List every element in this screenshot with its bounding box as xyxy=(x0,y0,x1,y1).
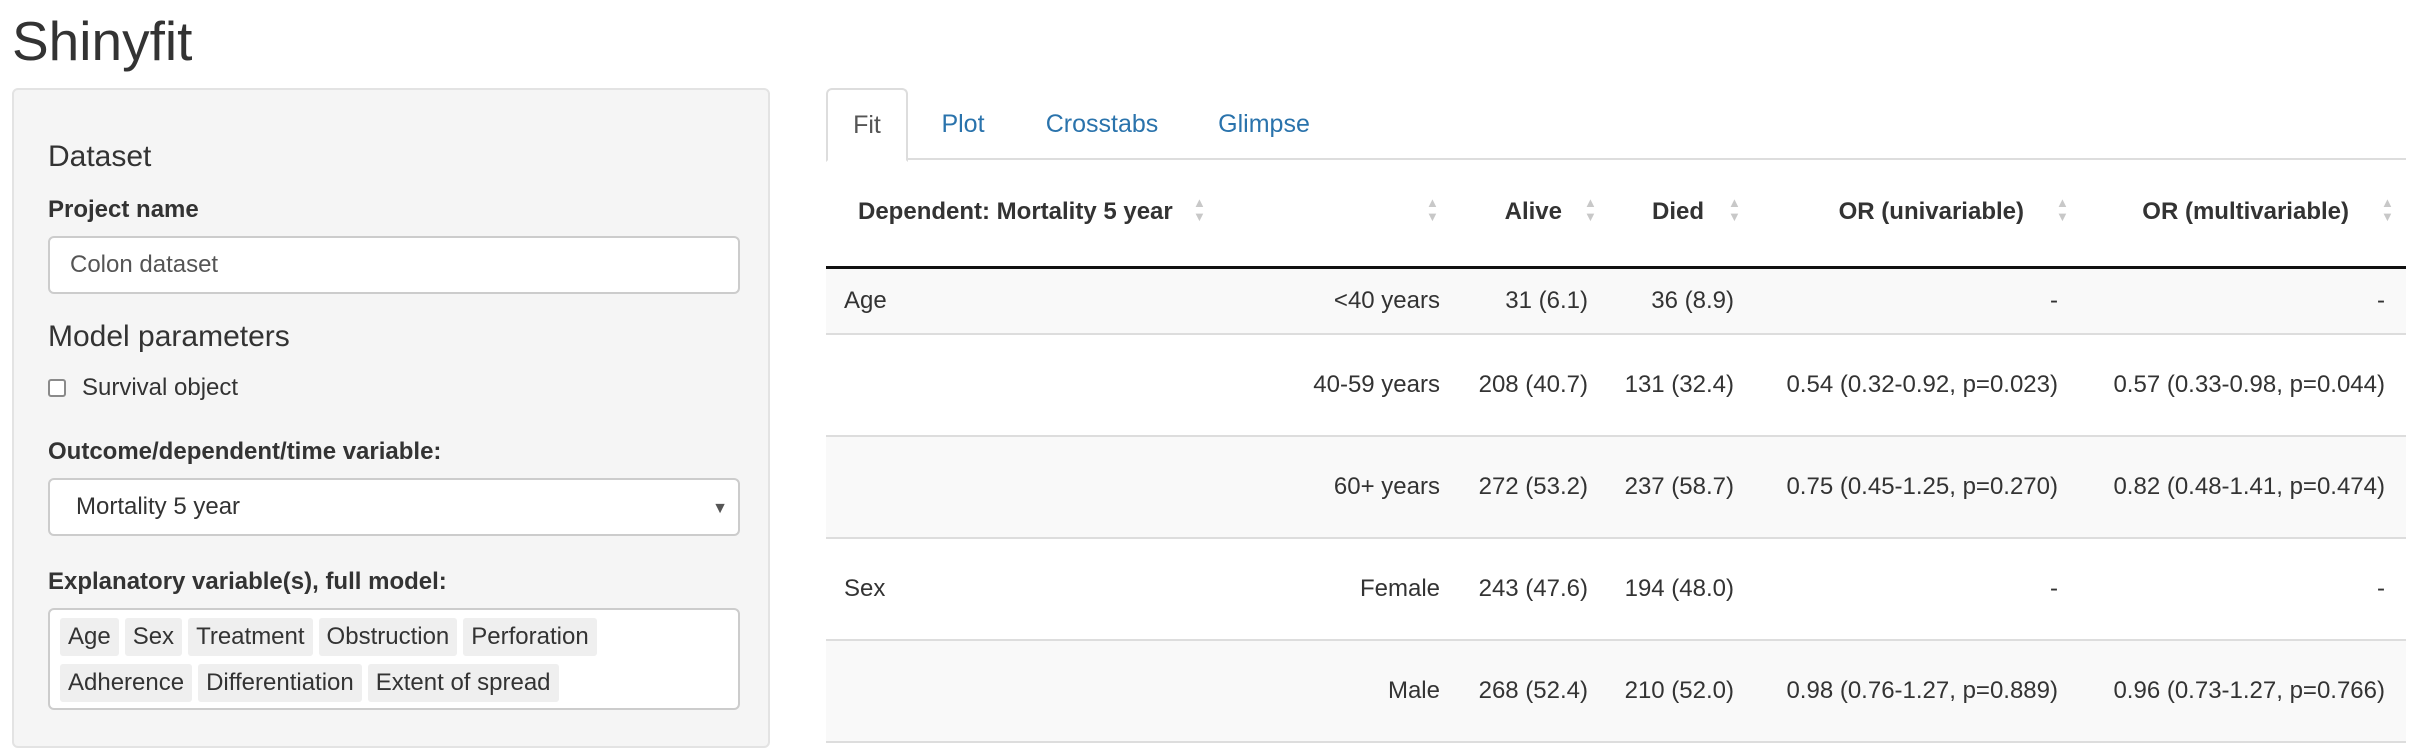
survival-object-label: Survival object xyxy=(82,374,239,401)
table-body: Age <40 years 31 (6.1) 36 (8.9) - - 40-59 year… xyxy=(826,269,2406,743)
project-name-input[interactable] xyxy=(48,236,740,294)
tab-glimpse[interactable]: Glimpse xyxy=(1186,88,1342,160)
sort-arrows-icon[interactable]: ▲ ▼ xyxy=(1426,196,1439,224)
fit-results-table: Dependent: Mortality 5 year ▲ ▼ ▲ ▼ Alive ▲ ▼ Di… xyxy=(826,160,2406,743)
explanatory-variable-chip[interactable]: Obstruction xyxy=(318,618,458,656)
explanatory-variable-chip[interactable]: Extent of spread xyxy=(367,664,559,702)
table-cell: - xyxy=(2377,575,2385,602)
column-header-3[interactable]: Died xyxy=(1652,198,1704,226)
table-cell: 208 (40.7) xyxy=(1478,371,1588,398)
table-cell: 272 (53.2) xyxy=(1478,473,1588,500)
table-cell: Age xyxy=(844,287,887,314)
table-row: 60+ years 272 (53.2) 237 (58.7) 0.75 (0.45-… xyxy=(826,437,2406,539)
table-cell: 40-59 years xyxy=(1313,371,1440,398)
survival-object-checkbox-row[interactable]: Survival object xyxy=(48,374,238,402)
table-row: Sex Female 243 (47.6) 194 (48.0) - - xyxy=(826,539,2406,641)
table-cell: 131 (32.4) xyxy=(1624,371,1734,398)
sort-arrows-icon[interactable]: ▲ ▼ xyxy=(2381,196,2394,224)
explanatory-variable-chip[interactable]: Age xyxy=(60,618,119,656)
sort-arrows-icon[interactable]: ▲ ▼ xyxy=(1728,196,1741,224)
table-cell: 268 (52.4) xyxy=(1478,677,1588,704)
table-cell: 60+ years xyxy=(1333,473,1440,500)
explanatory-variable-chip[interactable]: Sex xyxy=(124,618,183,656)
caret-down-icon: ▼ xyxy=(712,500,728,517)
column-header-0[interactable]: Dependent: Mortality 5 year xyxy=(858,198,1173,226)
explanatory-variable-chip[interactable]: Treatment xyxy=(188,618,313,656)
model-parameters-heading: Model parameters xyxy=(48,320,290,353)
table-cell: 0.54 (0.32-0.92, p=0.023) xyxy=(1786,371,2058,398)
tab-plot[interactable]: Plot xyxy=(908,88,1018,160)
table-cell: Male xyxy=(1387,677,1440,704)
table-cell: 194 (48.0) xyxy=(1624,575,1734,602)
sidebar-panel: Dataset Project name Model parameters Su… xyxy=(12,88,770,748)
table-cell: 0.96 (0.73-1.27, p=0.766) xyxy=(2113,677,2385,704)
column-header-2[interactable]: Alive xyxy=(1505,198,1562,226)
dataset-heading: Dataset xyxy=(48,140,152,173)
explanatory-variables-input[interactable]: Age Sex Treatment Obstruction Perforation Adh… xyxy=(48,608,740,710)
table-header-row: Dependent: Mortality 5 year ▲ ▼ ▲ ▼ Alive ▲ ▼ Di… xyxy=(826,160,2406,269)
column-header-5[interactable]: OR (multivariable) xyxy=(2142,198,2349,226)
table-cell: 210 (52.0) xyxy=(1624,677,1734,704)
table-cell: 0.75 (0.45-1.25, p=0.270) xyxy=(1786,473,2058,500)
table-cell: 0.57 (0.33-0.98, p=0.044) xyxy=(2113,371,2385,398)
sort-arrows-icon[interactable]: ▲ ▼ xyxy=(1193,196,1206,224)
table-cell: 237 (58.7) xyxy=(1624,473,1734,500)
table-cell: - xyxy=(2050,287,2058,314)
app-title: Shinyfit xyxy=(12,10,193,72)
explanatory-variable-chip[interactable]: Differentiation xyxy=(198,664,362,702)
column-header-4[interactable]: OR (univariable) xyxy=(1839,198,2024,226)
table-cell: - xyxy=(2050,575,2058,602)
table-cell: 36 (8.9) xyxy=(1651,287,1734,314)
outcome-variable-label: Outcome/dependent/time variable: xyxy=(48,438,442,465)
table-cell: Female xyxy=(1359,575,1440,602)
outcome-variable-value: Mortality 5 year xyxy=(76,493,241,520)
survival-object-checkbox[interactable] xyxy=(48,379,66,397)
sort-arrows-icon[interactable]: ▲ ▼ xyxy=(1584,196,1597,224)
tab-crosstabs[interactable]: Crosstabs xyxy=(1018,88,1186,160)
table-cell: Sex xyxy=(844,575,886,602)
sort-arrows-icon[interactable]: ▲ ▼ xyxy=(2056,196,2069,224)
table-row: 40-59 years 208 (40.7) 131 (32.4) 0.54 (0.3… xyxy=(826,335,2406,437)
tab-fit[interactable]: Fit xyxy=(826,88,908,162)
table-cell: 0.82 (0.48-1.41, p=0.474) xyxy=(2113,473,2385,500)
table-cell: 0.98 (0.76-1.27, p=0.889) xyxy=(1786,677,2058,704)
tab-bar: Fit Plot Crosstabs Glimpse xyxy=(826,88,2406,162)
outcome-variable-select[interactable]: Mortality 5 year ▼ xyxy=(48,478,740,536)
table-cell: - xyxy=(2377,287,2385,314)
table-cell: 31 (6.1) xyxy=(1505,287,1588,314)
table-cell: 243 (47.6) xyxy=(1478,575,1588,602)
explanatory-variable-chip[interactable]: Adherence xyxy=(60,664,193,702)
table-row: Age <40 years 31 (6.1) 36 (8.9) - - xyxy=(826,269,2406,335)
explanatory-variable-chip[interactable]: Perforation xyxy=(463,618,597,656)
explanatory-variables-label: Explanatory variable(s), full model: xyxy=(48,568,447,595)
project-name-label: Project name xyxy=(48,196,199,223)
table-row: Male 268 (52.4) 210 (52.0) 0.98 (0.76-1.27,… xyxy=(826,641,2406,743)
table-cell: <40 years xyxy=(1333,287,1440,314)
